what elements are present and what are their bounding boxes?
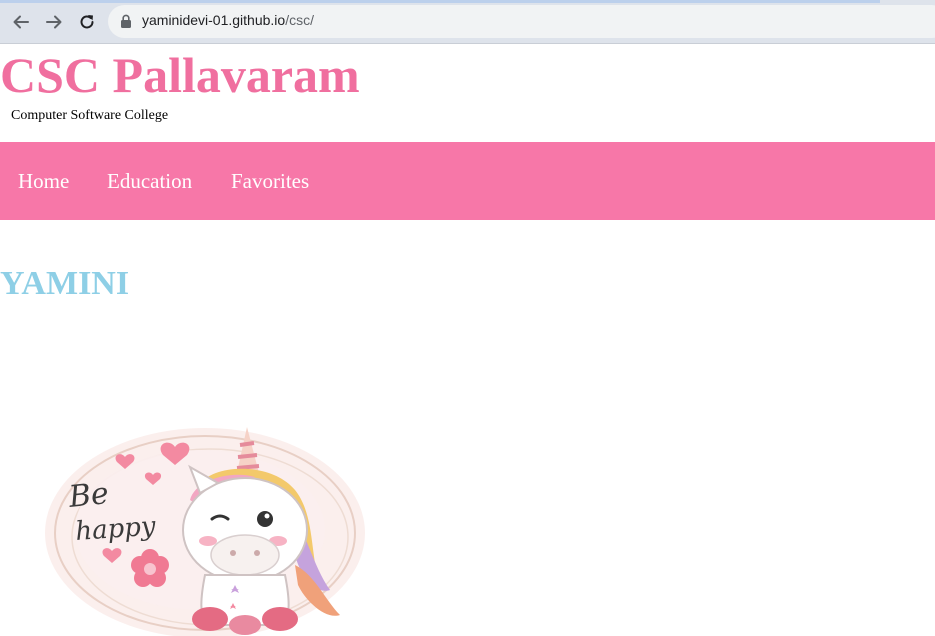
nav-education-link[interactable]: Education [107, 169, 192, 194]
be-happy-text: Be [66, 476, 110, 515]
name-heading: YAMINI [0, 265, 130, 302]
arrow-left-icon [13, 15, 29, 29]
site-title: CSC Pallavaram [0, 47, 360, 103]
reload-button[interactable] [75, 10, 99, 34]
url-text[interactable]: yaminidevi-01.github.io/csc/ [142, 12, 314, 28]
reload-icon [80, 15, 94, 29]
forward-button[interactable] [42, 10, 66, 34]
arrow-right-icon [46, 15, 62, 29]
lock-icon [121, 14, 131, 28]
nav-home-link[interactable]: Home [18, 169, 69, 194]
site-subtitle: Computer Software College [11, 108, 169, 123]
back-button[interactable] [9, 10, 33, 34]
address-bar[interactable]: yaminidevi-01.github.io/csc/ [108, 5, 935, 38]
unicorn-illustration: Be happy [45, 427, 365, 636]
url-path: /csc/ [285, 12, 314, 28]
browser-toolbar: yaminidevi-01.github.io/csc/ [0, 0, 935, 44]
svg-text:happy: happy [74, 511, 156, 547]
url-host: yaminidevi-01.github.io [142, 12, 286, 28]
tab-strip-edge [0, 0, 880, 3]
nav-favorites-link[interactable]: Favorites [231, 169, 309, 194]
main-navbar: Home Education Favorites [0, 142, 935, 220]
